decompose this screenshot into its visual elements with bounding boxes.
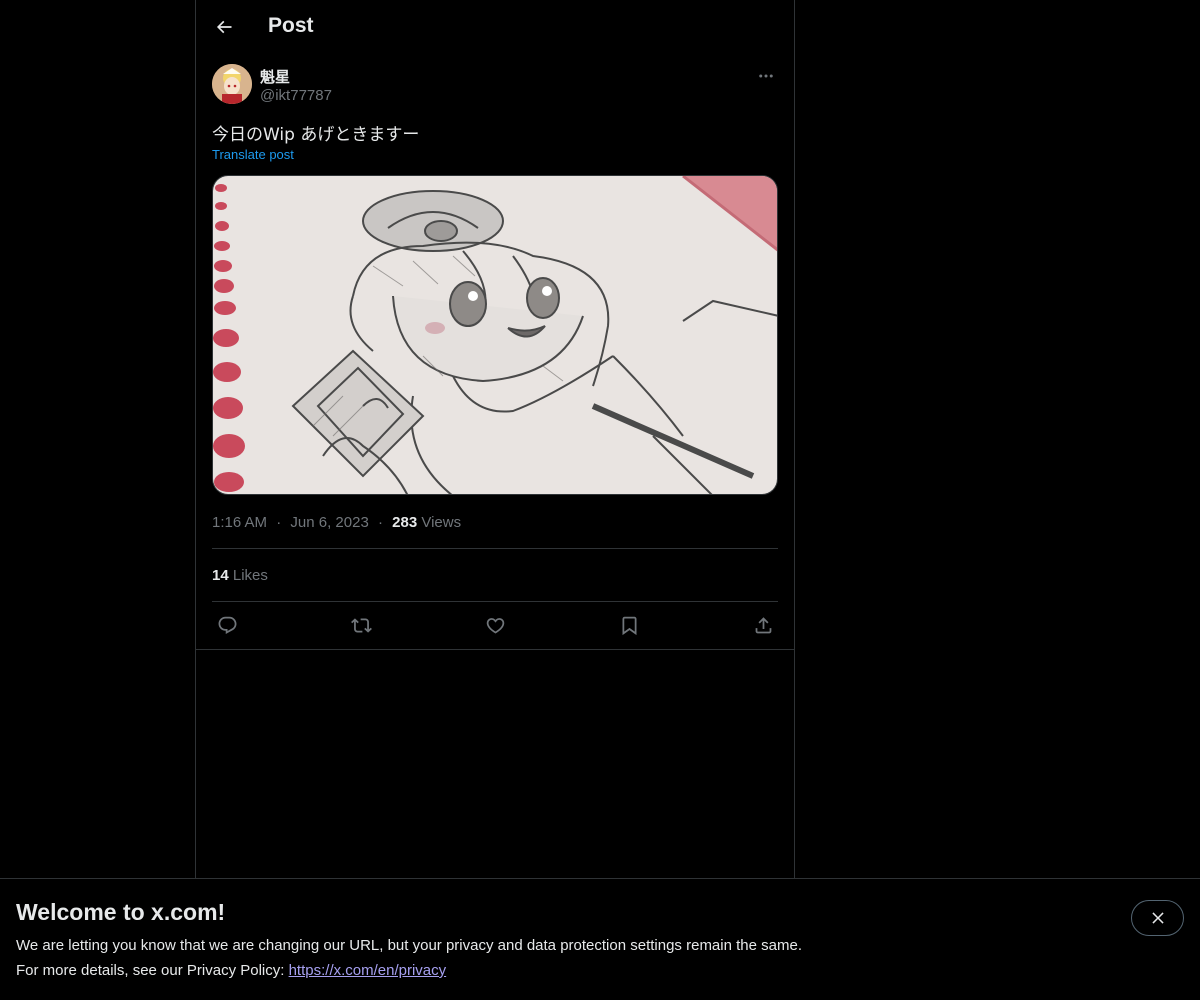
more-options-button[interactable]: [754, 64, 778, 88]
share-icon: [755, 616, 771, 633]
post-text: 今日のWip あげときますー: [212, 125, 420, 145]
meta-separator: ·: [276, 514, 282, 531]
banner-close-button[interactable]: [1131, 900, 1184, 936]
page-title: Post: [268, 14, 314, 37]
privacy-policy-link[interactable]: https://x.com/en/privacy: [289, 962, 447, 979]
divider: [212, 601, 778, 602]
meta-separator: ·: [377, 514, 383, 531]
post-image[interactable]: [212, 175, 778, 495]
avatar[interactable]: [212, 64, 252, 104]
banner-privacy-line: For more details, see our Privacy Policy…: [16, 962, 446, 979]
bookmark-icon: [622, 616, 636, 635]
back-button[interactable]: [206, 9, 242, 45]
reply-button[interactable]: [212, 613, 242, 637]
divider: [212, 548, 778, 549]
post-header: Post: [196, 0, 794, 54]
post-date[interactable]: Jun 6, 2023: [290, 514, 368, 531]
url-change-banner: Welcome to x.com! We are letting you kno…: [0, 878, 1200, 1000]
repost-icon: [350, 617, 372, 633]
views-count: 283: [392, 514, 418, 531]
author-handle[interactable]: @ikt77787: [260, 87, 332, 104]
share-button[interactable]: [748, 613, 778, 637]
likes-stat[interactable]: 14 Likes: [212, 567, 268, 584]
close-icon: [1151, 912, 1164, 924]
post-meta: 1:16 AM · Jun 6, 2023 · 283 Views: [212, 514, 461, 531]
arrow-left-icon: [216, 20, 232, 34]
sketch-image: [213, 176, 777, 494]
repost-button[interactable]: [346, 613, 376, 637]
banner-title: Welcome to x.com!: [16, 899, 226, 925]
banner-privacy-prefix: For more details, see our Privacy Policy…: [16, 962, 289, 979]
post-bottom-border: [196, 649, 794, 650]
likes-label: Likes: [232, 567, 268, 584]
author-display-name[interactable]: 魁星: [260, 66, 290, 87]
views-label: Views: [421, 514, 462, 531]
likes-count: 14: [212, 567, 229, 584]
primary-column: Post 魁星 @ikt77787 今日のWip あげときますー Transla…: [195, 0, 795, 1000]
banner-message: We are letting you know that we are chan…: [16, 937, 802, 954]
reply-icon: [218, 616, 236, 634]
author-row: 魁星 @ikt77787: [212, 64, 778, 108]
like-button[interactable]: [480, 613, 510, 637]
more-icon: [759, 74, 773, 78]
bookmark-button[interactable]: [614, 613, 644, 637]
action-bar: [212, 613, 778, 637]
heart-icon: [486, 617, 504, 634]
post: 魁星 @ikt77787 今日のWip あげときますー Translate po…: [212, 64, 778, 635]
post-time[interactable]: 1:16 AM: [212, 514, 267, 531]
translate-post-link[interactable]: Translate post: [212, 147, 294, 162]
